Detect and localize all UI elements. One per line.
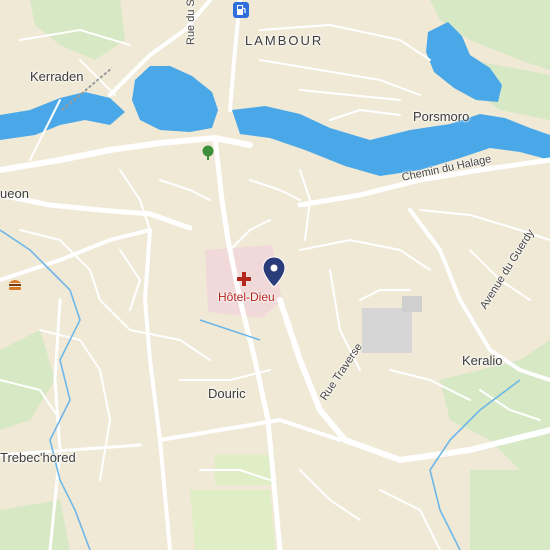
place-label-porsmoro: Porsmoro [413,109,470,124]
burger-icon[interactable] [8,277,22,291]
place-label-keralio: Keralio [462,353,503,368]
fuel-station-icon[interactable] [233,2,249,18]
place-label-douric: Douric [208,386,246,401]
tree-icon[interactable] [200,145,216,161]
place-label-kerraden: Kerraden [30,69,84,84]
map-canvas[interactable]: LAMBOUR Kerraden Porsmoro ueon Douric Ke… [0,0,550,550]
place-label-gueon: ueon [0,186,29,201]
street-label-rue-st: Rue du S [185,0,197,45]
location-pin-icon[interactable] [262,256,286,288]
place-label-lambour: LAMBOUR [245,33,324,48]
parking-area [362,308,412,353]
hospital-cross-icon[interactable] [236,271,252,287]
poi-label-hospital[interactable]: Hôtel-Dieu [218,290,275,304]
place-label-trebechored: Trebec'hored [0,450,76,465]
